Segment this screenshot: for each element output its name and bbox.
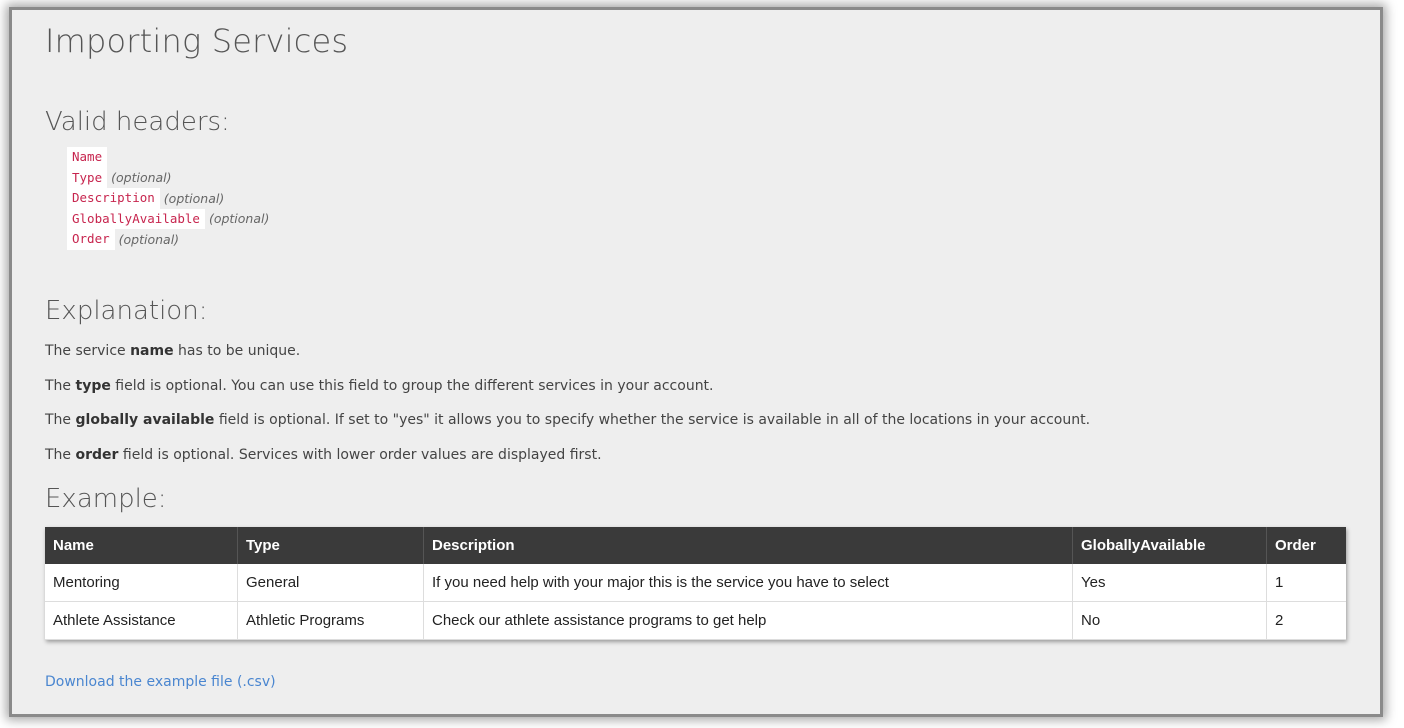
table-cell: Yes xyxy=(1072,564,1267,602)
table-cell: General xyxy=(237,564,424,602)
table-header-row: Name Type Description GloballyAvailable … xyxy=(45,527,1346,564)
header-note: (optional) xyxy=(118,231,180,247)
table-cell: 2 xyxy=(1266,601,1346,640)
header-item: Type (optional) xyxy=(67,167,269,188)
column-header: Name xyxy=(45,527,238,564)
header-item: GloballyAvailable (optional) xyxy=(67,208,270,229)
header-item: Description (optional) xyxy=(67,188,269,209)
header-code: Description xyxy=(67,188,160,209)
table-cell: Athlete Assistance xyxy=(45,601,238,640)
table-cell: Mentoring xyxy=(45,564,238,602)
explanation-body: The service name has to be unique. The t… xyxy=(45,341,1090,479)
table-cell: If you need help with your major this is… xyxy=(423,564,1073,602)
example-table: Name Type Description GloballyAvailable … xyxy=(45,527,1346,640)
header-item: Order (optional) xyxy=(67,229,269,250)
table-cell: Check our athlete assistance programs to… xyxy=(423,601,1073,640)
page-title: Importing Services xyxy=(45,22,349,60)
window-frame: Importing Services Valid headers: Name T… xyxy=(0,0,1404,728)
header-note: (optional) xyxy=(111,170,172,186)
explanation-line: The order field is optional. Services wi… xyxy=(45,446,602,463)
header-code: Type xyxy=(67,167,108,188)
valid-headers-list: Name Type (optional) Description (option… xyxy=(67,147,269,250)
explanation-line: The globally available field is optional… xyxy=(45,412,1091,428)
header-item: Name xyxy=(67,147,269,168)
table-cell: 1 xyxy=(1266,564,1346,602)
valid-headers-heading: Valid headers: xyxy=(45,107,230,137)
table-row: Athlete Assistance Athletic Programs Che… xyxy=(45,601,1346,640)
header-code: Order xyxy=(67,229,115,250)
header-code: Name xyxy=(67,147,108,168)
header-note: (optional) xyxy=(208,211,270,227)
column-header: Type xyxy=(237,527,424,564)
download-example-link[interactable]: Download the example file (.csv) xyxy=(45,674,276,690)
explanation-heading: Explanation: xyxy=(45,296,208,326)
table-row: Mentoring General If you need help with … xyxy=(45,564,1346,602)
explanation-line: The service name has to be unique. xyxy=(45,343,301,359)
header-note: (optional) xyxy=(163,190,225,206)
content-panel: Importing Services Valid headers: Name T… xyxy=(12,10,1380,714)
table-cell: No xyxy=(1072,601,1267,640)
header-code: GloballyAvailable xyxy=(67,208,205,229)
example-heading: Example: xyxy=(45,484,167,514)
column-header: GloballyAvailable xyxy=(1072,527,1267,564)
column-header: Description xyxy=(423,527,1073,564)
explanation-line: The type field is optional. You can use … xyxy=(45,377,714,394)
table-cell: Athletic Programs xyxy=(237,601,424,640)
column-header: Order xyxy=(1266,527,1346,564)
